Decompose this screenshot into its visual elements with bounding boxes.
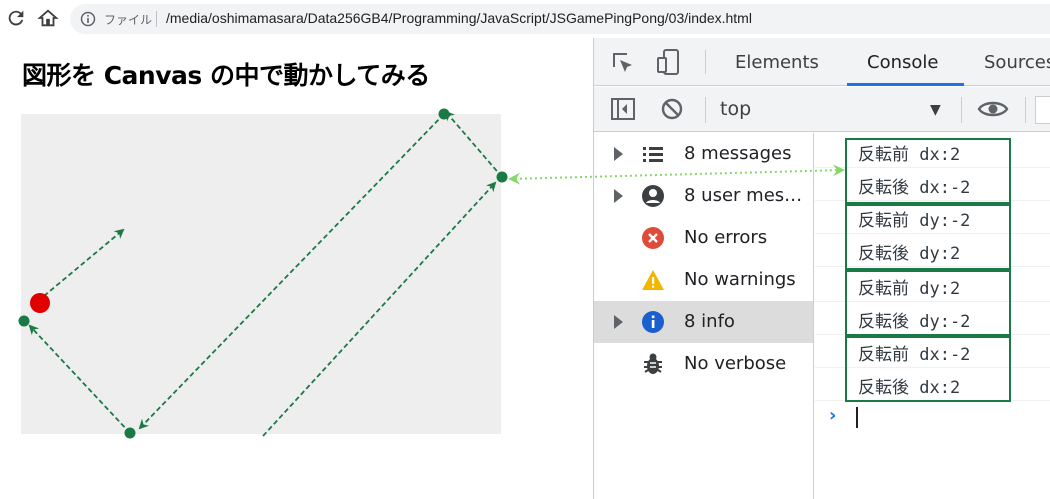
active-tab-indicator xyxy=(847,83,964,86)
sidebar-item-label: 8 info xyxy=(684,311,735,332)
game-canvas xyxy=(21,114,501,434)
tab-divider xyxy=(705,50,706,74)
devtools-panel: Elements Console Sources top ▼ 8 message… xyxy=(593,38,1050,499)
user-icon xyxy=(642,185,664,207)
dropdown-caret-icon[interactable]: ▼ xyxy=(930,102,941,118)
console-log-area: 反転前 dx:2 反転後 dx:-2 反転前 dy:-2 反転後 dy:2 反転… xyxy=(815,133,1050,499)
sidebar-item-label: 8 messages xyxy=(684,143,792,164)
bug-icon xyxy=(644,353,662,374)
reload-icon[interactable] xyxy=(5,7,27,29)
file-scheme-label: ファイル xyxy=(104,13,153,27)
tab-elements[interactable]: Elements xyxy=(735,52,819,73)
warning-icon xyxy=(642,270,664,290)
sidebar-item-label: No errors xyxy=(684,227,768,248)
site-info-icon[interactable] xyxy=(80,11,96,27)
sidebar-item-errors[interactable]: No errors xyxy=(594,217,813,259)
annotation-box xyxy=(845,138,1011,204)
toolbar-divider xyxy=(1025,97,1026,123)
url-field[interactable]: ファイル /media/oshimamasara/Data256GB4/Prog… xyxy=(70,4,1050,34)
list-icon xyxy=(643,147,663,162)
sidebar-item-messages[interactable]: 8 messages xyxy=(594,133,813,175)
prompt-chevron-icon: › xyxy=(829,405,837,426)
annotation-box xyxy=(845,204,1011,270)
toolbar-divider xyxy=(705,97,706,123)
url-text[interactable]: /media/oshimamasara/Data256GB4/Programmi… xyxy=(166,10,752,26)
expand-arrow-icon[interactable] xyxy=(614,189,623,203)
devtools-tabbar: Elements Console Sources xyxy=(594,38,1050,86)
expand-arrow-icon[interactable] xyxy=(614,315,623,329)
tab-console[interactable]: Console xyxy=(867,52,938,73)
error-icon xyxy=(642,227,664,249)
page-title: 図形を Canvas の中で動かしてみる xyxy=(22,61,430,90)
clear-console-icon[interactable] xyxy=(660,97,684,121)
sidebar-item-info[interactable]: 8 info xyxy=(594,301,813,343)
sidebar-item-verbose[interactable]: No verbose xyxy=(594,343,813,385)
filter-input[interactable] xyxy=(1035,96,1050,124)
context-selector[interactable]: top xyxy=(720,98,751,120)
device-toolbar-icon[interactable] xyxy=(656,48,682,76)
home-icon[interactable] xyxy=(37,7,59,29)
url-divider xyxy=(156,11,157,27)
live-expression-eye-icon[interactable] xyxy=(977,98,1009,120)
tab-sources[interactable]: Sources xyxy=(984,52,1050,73)
sidebar-item-label: 8 user mes… xyxy=(684,185,803,206)
sidebar-item-label: No verbose xyxy=(684,353,787,374)
inspect-element-icon[interactable] xyxy=(610,50,636,76)
text-cursor xyxy=(856,407,858,428)
sidebar-item-warnings[interactable]: No warnings xyxy=(594,259,813,301)
sidebar-item-label: No warnings xyxy=(684,269,796,290)
console-sidebar: 8 messages 8 user mes… No errors No warn… xyxy=(594,133,814,499)
sidebar-toggle-icon[interactable] xyxy=(610,97,636,121)
annotation-box xyxy=(845,270,1011,336)
sidebar-item-user-messages[interactable]: 8 user mes… xyxy=(594,175,813,217)
console-toolbar: top ▼ xyxy=(594,87,1050,132)
address-bar: ファイル /media/oshimamasara/Data256GB4/Prog… xyxy=(0,0,1050,38)
toolbar-divider xyxy=(961,97,962,123)
info-icon xyxy=(642,311,664,333)
expand-arrow-icon[interactable] xyxy=(614,147,623,161)
annotation-box xyxy=(845,336,1011,402)
console-prompt[interactable]: › xyxy=(815,403,1050,433)
page-viewport: 図形を Canvas の中で動かしてみる xyxy=(0,38,593,499)
